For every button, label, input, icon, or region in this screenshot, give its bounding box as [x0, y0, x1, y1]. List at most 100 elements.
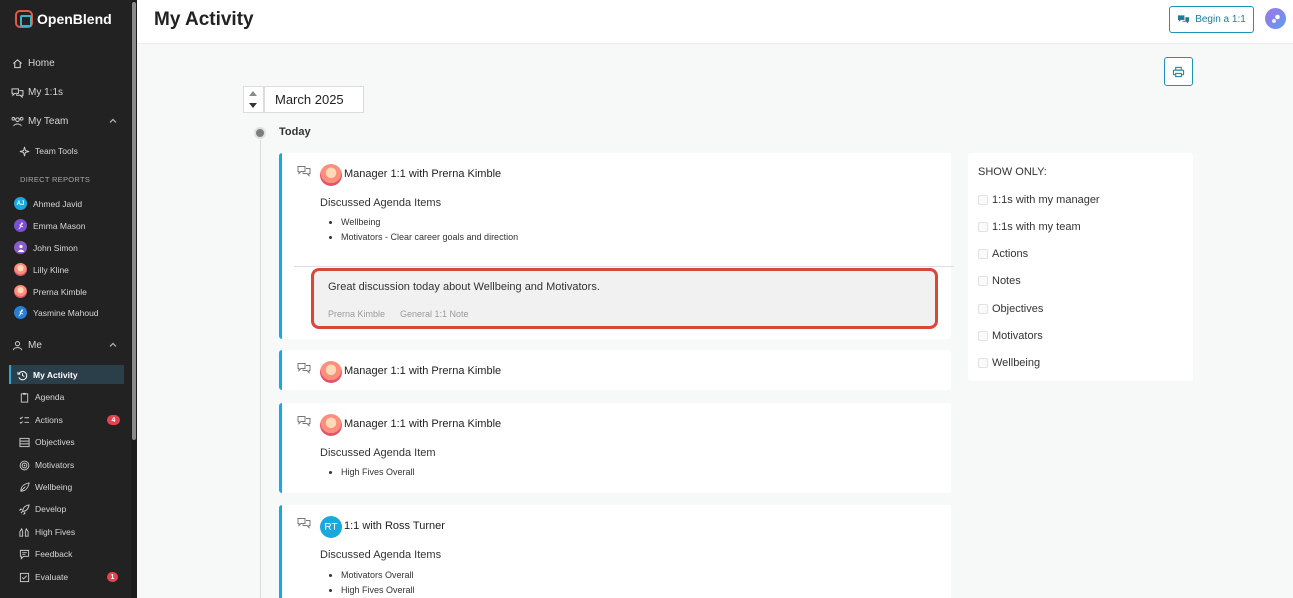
sidebar-item-my-1on1s[interactable]: My 1:1s — [10, 85, 63, 99]
checkbox[interactable] — [978, 276, 988, 286]
sidebar-item-label: High Fives — [35, 527, 76, 537]
feedback-icon — [17, 548, 31, 560]
divider — [294, 266, 954, 267]
sidebar-item-me[interactable]: Me — [10, 338, 42, 352]
runner-icon — [18, 222, 23, 229]
sidebar-item-label: Me — [28, 339, 42, 351]
sidebar-item-team-tools[interactable]: Team Tools — [17, 144, 78, 158]
note-card[interactable]: Great discussion today about Wellbeing a… — [311, 268, 938, 329]
month-stepper[interactable] — [243, 86, 264, 113]
card-title[interactable]: Manager 1:1 with Prerna Kimble — [344, 168, 501, 180]
direct-report-name: Ahmed Javid — [33, 198, 83, 209]
chevron-up-icon[interactable] — [108, 116, 118, 126]
clipboard-icon — [17, 391, 31, 403]
sidebar-item-label: Feedback — [35, 549, 73, 559]
filter-option-label: Notes — [992, 275, 1021, 287]
activity-card[interactable]: RT 1:1 with Ross Turner Discussed Agenda… — [279, 505, 951, 598]
activity-card[interactable]: Manager 1:1 with Prerna Kimble Discussed… — [279, 403, 951, 493]
sidebar-item-high-fives[interactable]: High Fives — [17, 525, 75, 539]
month-selector[interactable]: March 2025 — [264, 86, 364, 113]
filter-option-team[interactable]: 1:1s with my team — [978, 221, 1081, 233]
filter-option-manager[interactable]: 1:1s with my manager — [978, 194, 1100, 206]
activity-card[interactable]: Manager 1:1 with Prerna Kimble — [279, 350, 951, 390]
checkbox[interactable] — [978, 304, 988, 314]
filter-option-objectives[interactable]: Objectives — [978, 303, 1043, 315]
direct-report-item[interactable]: John Simon — [14, 241, 78, 254]
home-icon — [10, 57, 24, 69]
user-icon — [10, 339, 24, 351]
checkbox[interactable] — [978, 358, 988, 368]
sidebar-item-label: Develop — [35, 504, 67, 514]
timeline-date-heading: Today — [279, 126, 311, 138]
next-month-arrow-icon[interactable] — [249, 103, 257, 108]
avatar: AJ — [14, 197, 27, 210]
scrollbar-thumb[interactable] — [132, 2, 136, 440]
user-avatar[interactable] — [1265, 8, 1286, 29]
direct-report-item[interactable]: AJ Ahmed Javid — [14, 197, 82, 210]
sidebar: OpenBlend Home My 1:1s My Team Team Tool… — [0, 0, 131, 598]
filter-option-actions[interactable]: Actions — [978, 248, 1028, 260]
sparkle-icon — [17, 145, 31, 157]
evaluate-count-badge: 1 — [107, 572, 118, 582]
print-button[interactable] — [1164, 57, 1193, 86]
direct-report-name: Yasmine Mahoud — [33, 307, 99, 318]
card-title[interactable]: 1:1 with Ross Turner — [344, 520, 445, 532]
agenda-list: High Fives Overall — [341, 467, 415, 482]
note-type: General 1:1 Note — [400, 309, 469, 319]
checkbox[interactable] — [978, 331, 988, 341]
sidebar-item-develop[interactable]: Develop — [17, 502, 66, 516]
sidebar-item-objectives[interactable]: Objectives — [17, 435, 75, 449]
sidebar-item-label: Objectives — [35, 437, 75, 447]
checkbox[interactable] — [978, 249, 988, 259]
chat-icon — [297, 363, 311, 374]
sidebar-item-feedback[interactable]: Feedback — [17, 547, 72, 561]
begin-1on1-button[interactable]: Begin a 1:1 — [1169, 6, 1254, 33]
list-item: High Fives Overall — [341, 467, 415, 478]
printer-icon — [1172, 66, 1185, 77]
card-subtitle: Discussed Agenda Item — [320, 447, 436, 459]
profile-icon — [1271, 14, 1280, 23]
sidebar-item-my-activity[interactable]: My Activity — [15, 368, 78, 382]
sidebar-item-label: My Team — [28, 115, 69, 127]
checkbox[interactable] — [978, 195, 988, 205]
sidebar-item-evaluate[interactable]: Evaluate — [17, 570, 68, 584]
sidebar-item-agenda[interactable]: Agenda — [17, 390, 64, 404]
filter-option-label: Objectives — [992, 303, 1044, 315]
filter-option-wellbeing[interactable]: Wellbeing — [978, 357, 1040, 369]
list-icon — [17, 436, 31, 448]
openblend-logo[interactable]: OpenBlend — [15, 10, 112, 28]
sidebar-item-wellbeing[interactable]: Wellbeing — [17, 480, 72, 494]
sidebar-item-my-team[interactable]: My Team — [10, 114, 68, 128]
sidebar-item-actions[interactable]: Actions — [17, 413, 63, 427]
sidebar-item-home[interactable]: Home — [10, 56, 55, 70]
chevron-up-icon[interactable] — [108, 340, 118, 350]
sidebar-item-label: Actions — [35, 415, 63, 425]
avatar — [14, 306, 27, 319]
card-title[interactable]: Manager 1:1 with Prerna Kimble — [344, 418, 501, 430]
note-author: Prerna Kimble — [328, 309, 386, 319]
card-title[interactable]: Manager 1:1 with Prerna Kimble — [344, 365, 501, 377]
filter-option-motivators[interactable]: Motivators — [978, 330, 1043, 342]
direct-report-item[interactable]: Prerna Kimble — [14, 285, 87, 298]
avatar: RT — [320, 516, 342, 538]
avatar — [14, 219, 27, 232]
avatar — [14, 263, 27, 276]
filter-option-notes[interactable]: Notes — [978, 275, 1021, 287]
begin-1on1-label: Begin a 1:1 — [1195, 14, 1246, 25]
direct-report-item[interactable]: Lilly Kline — [14, 263, 69, 276]
evaluate-icon — [17, 571, 31, 583]
avatar — [320, 414, 342, 436]
agenda-list: Wellbeing Motivators - Clear career goal… — [341, 217, 518, 247]
filter-heading: SHOW ONLY: — [978, 166, 1047, 178]
card-subtitle: Discussed Agenda Items — [320, 197, 442, 209]
sidebar-scrollbar[interactable] — [131, 0, 137, 598]
checkbox[interactable] — [978, 222, 988, 232]
filter-option-label: Wellbeing — [992, 357, 1041, 369]
filter-option-label: 1:1s with my manager — [992, 194, 1100, 206]
previous-month-arrow-icon[interactable] — [249, 91, 257, 96]
chat-icon — [297, 166, 311, 177]
direct-report-item[interactable]: Yasmine Mahoud — [14, 306, 99, 319]
direct-report-item[interactable]: Emma Mason — [14, 219, 85, 232]
sidebar-item-motivators[interactable]: Motivators — [17, 458, 74, 472]
direct-report-name: Emma Mason — [33, 220, 86, 231]
